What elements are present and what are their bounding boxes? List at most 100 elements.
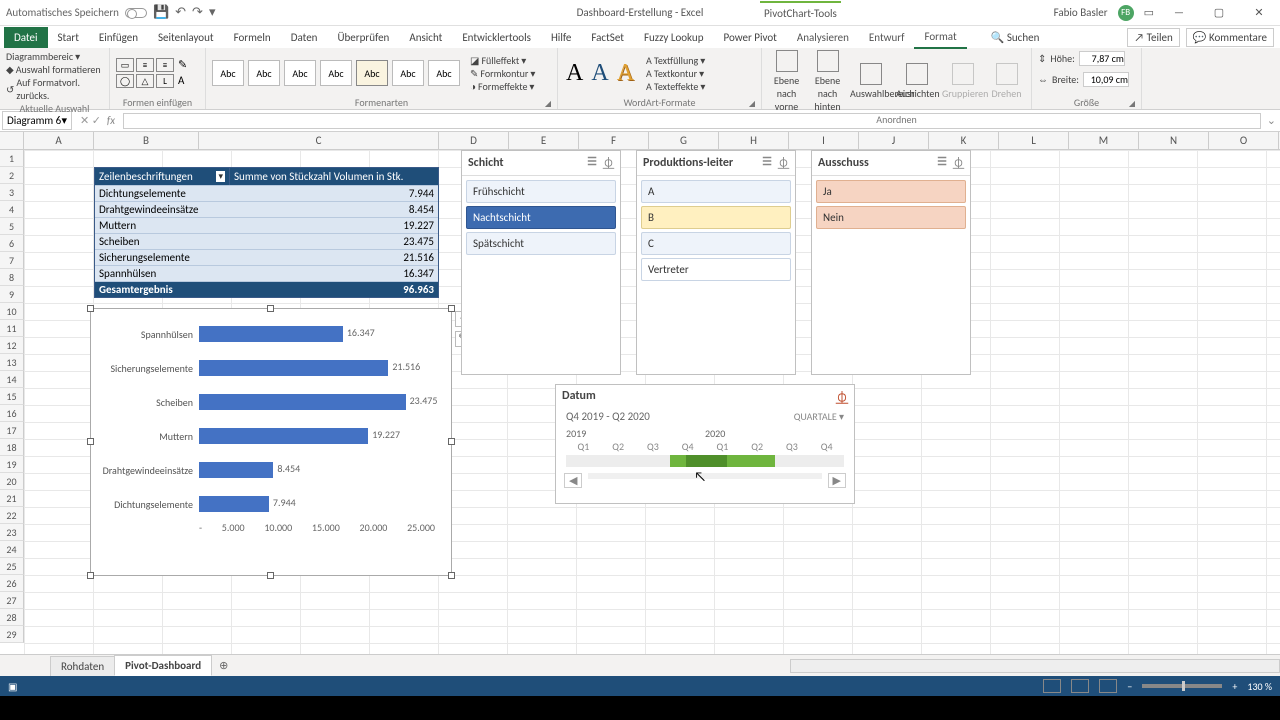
bring-forward-button[interactable]: Ebene nach vorne: [768, 50, 805, 113]
tab-ueberpruefen[interactable]: Überprüfen: [327, 27, 399, 48]
tab-hilfe[interactable]: Hilfe: [541, 27, 581, 48]
reset-style-button[interactable]: ↺ Auf Formatvorl. zurücks.: [6, 76, 103, 102]
shape-style[interactable]: Abc: [428, 60, 460, 86]
zoom-in-button[interactable]: +: [1232, 680, 1237, 693]
share-button[interactable]: ↗ Teilen: [1127, 28, 1179, 47]
timeline-next-icon[interactable]: ▶: [828, 473, 846, 488]
rotate-button[interactable]: Drehen: [988, 63, 1025, 100]
tab-daten[interactable]: Daten: [281, 27, 328, 48]
filter-dropdown-icon[interactable]: ▾: [216, 171, 225, 182]
qat-custom-icon[interactable]: ▾: [209, 5, 216, 20]
avatar[interactable]: FB: [1118, 5, 1134, 21]
table-row[interactable]: Dichtungselemente7.944: [95, 185, 438, 201]
record-macro-icon[interactable]: ▣: [8, 680, 17, 693]
select-all-cell[interactable]: [0, 132, 24, 149]
tab-powerpivot[interactable]: Power Pivot: [713, 27, 786, 48]
tab-formeln[interactable]: Formeln: [224, 27, 281, 48]
tab-einfuegen[interactable]: Einfügen: [89, 27, 148, 48]
tab-entwicklertools[interactable]: Entwicklertools: [452, 27, 541, 48]
shape-style[interactable]: Abc: [392, 60, 424, 86]
multiselect-icon[interactable]: ☰: [937, 155, 947, 171]
wordart-style[interactable]: A: [615, 58, 636, 89]
expand-fbar-icon[interactable]: ⌄: [1263, 114, 1280, 127]
slicer-item[interactable]: C: [641, 232, 791, 255]
undo-icon[interactable]: ↶: [175, 5, 186, 20]
pivot-table[interactable]: Zeilenbeschriftungen▾ Summe von Stückzah…: [94, 167, 439, 298]
timeline-datum[interactable]: Datum⏂ Q4 2019 - Q2 2020QUARTALE ▾ 20192…: [555, 384, 855, 504]
text-outline-button[interactable]: A Textkontur ▾: [646, 67, 705, 80]
shape-style[interactable]: Abc: [248, 60, 280, 86]
textbox-icon[interactable]: A: [178, 74, 192, 88]
pivot-chart[interactable]: + ✎ Spannhülsen16.347Sicherungselemente2…: [90, 308, 452, 576]
selection-pane-button[interactable]: Auswahlbereich: [850, 63, 892, 100]
multiselect-icon[interactable]: ☰: [762, 155, 772, 171]
send-backward-button[interactable]: Ebene nach hinten: [809, 50, 846, 113]
zoom-level[interactable]: 130 %: [1247, 680, 1272, 693]
normal-view-button[interactable]: [1043, 679, 1061, 693]
height-input[interactable]: [1079, 51, 1125, 66]
clear-filter-icon[interactable]: ⏂: [778, 155, 789, 171]
align-button[interactable]: Ausrichten: [896, 63, 938, 100]
clear-filter-icon[interactable]: ⏂: [836, 389, 848, 406]
table-row[interactable]: Scheiben23.475: [95, 233, 438, 249]
horizontal-scrollbar[interactable]: [790, 659, 1280, 673]
slicer-item[interactable]: Spätschicht: [466, 232, 616, 255]
ribbon-mode-icon[interactable]: ▭: [1144, 6, 1154, 19]
slicer-item[interactable]: A: [641, 180, 791, 203]
zoom-out-button[interactable]: −: [1127, 680, 1132, 693]
comments-button[interactable]: 💬 Kommentare: [1186, 28, 1274, 47]
slicer-produktionsleiter[interactable]: Produktions-leiter ☰⏂ A B C Vertreter: [636, 150, 796, 375]
autosave-toggle[interactable]: [125, 8, 147, 18]
format-selection-button[interactable]: ◆ Auswahl formatieren: [6, 63, 101, 76]
tab-ansicht[interactable]: Ansicht: [399, 27, 452, 48]
multiselect-icon[interactable]: ☰: [587, 155, 597, 171]
chart-element-selector[interactable]: Diagrammbereic ▾: [6, 50, 80, 63]
slicer-item[interactable]: Nachtschicht: [466, 206, 616, 229]
wordart-style[interactable]: A: [589, 58, 610, 89]
formula-bar[interactable]: [123, 113, 1261, 129]
slicer-item[interactable]: Nein: [816, 206, 966, 229]
outline-button[interactable]: ✎ Formkontur ▾: [470, 67, 535, 80]
fill-button[interactable]: ◪ Fülleffekt ▾: [470, 54, 535, 67]
worksheet-grid[interactable]: AB CD EF GH IJ KL MN O 12345678910111213…: [0, 132, 1280, 654]
tab-start[interactable]: Start: [48, 27, 89, 48]
tab-fuzzy[interactable]: Fuzzy Lookup: [634, 27, 714, 48]
timeline-prev-icon[interactable]: ◀: [564, 473, 582, 488]
tab-entwurf[interactable]: Entwurf: [859, 27, 915, 48]
width-input[interactable]: [1083, 72, 1129, 87]
table-row[interactable]: Muttern19.227: [95, 217, 438, 233]
slicer-item[interactable]: B: [641, 206, 791, 229]
group-button[interactable]: Gruppieren: [942, 63, 984, 100]
tab-factset[interactable]: FactSet: [581, 27, 634, 48]
zoom-slider[interactable]: [1142, 684, 1222, 688]
save-icon[interactable]: 💾: [153, 5, 169, 20]
search-button[interactable]: 🔍 Suchen: [981, 27, 1050, 48]
tab-format[interactable]: Format: [914, 26, 966, 49]
shape-style[interactable]: Abc: [356, 60, 388, 86]
shape-gallery[interactable]: ▭≡≡◯△L: [116, 58, 174, 88]
slicer-item[interactable]: Ja: [816, 180, 966, 203]
maximize-button[interactable]: ▢: [1204, 6, 1234, 19]
minimize-button[interactable]: —: [1164, 6, 1194, 19]
sheet-tab[interactable]: Pivot-Dashboard: [114, 655, 212, 676]
change-shape-icon[interactable]: ✎: [178, 58, 192, 72]
clear-filter-icon[interactable]: ⏂: [953, 155, 964, 171]
slicer-item[interactable]: Frühschicht: [466, 180, 616, 203]
sheet-tab[interactable]: Rohdaten: [50, 656, 115, 676]
shape-style[interactable]: Abc: [284, 60, 316, 86]
pagebreak-view-button[interactable]: [1099, 679, 1117, 693]
wordart-style[interactable]: A: [564, 58, 585, 89]
add-sheet-button[interactable]: ⊕: [211, 656, 236, 675]
slicer-schicht[interactable]: Schicht ☰⏂ Frühschicht Nachtschicht Spät…: [461, 150, 621, 375]
text-effects-button[interactable]: A Texteffekte ▾: [646, 80, 705, 93]
effects-button[interactable]: ◑ Formeffekte ▾: [470, 80, 535, 93]
clear-filter-icon[interactable]: ⏂: [603, 155, 614, 171]
shape-style[interactable]: Abc: [212, 60, 244, 86]
table-row[interactable]: Sicherungselemente21.516: [95, 249, 438, 265]
pagelayout-view-button[interactable]: [1071, 679, 1089, 693]
slicer-item[interactable]: Vertreter: [641, 258, 791, 281]
tab-seitenlayout[interactable]: Seitenlayout: [148, 27, 224, 48]
table-row[interactable]: Spannhülsen16.347: [95, 265, 438, 281]
timeline-track[interactable]: [566, 455, 844, 467]
table-row[interactable]: Drahtgewindeeinsätze8.454: [95, 201, 438, 217]
